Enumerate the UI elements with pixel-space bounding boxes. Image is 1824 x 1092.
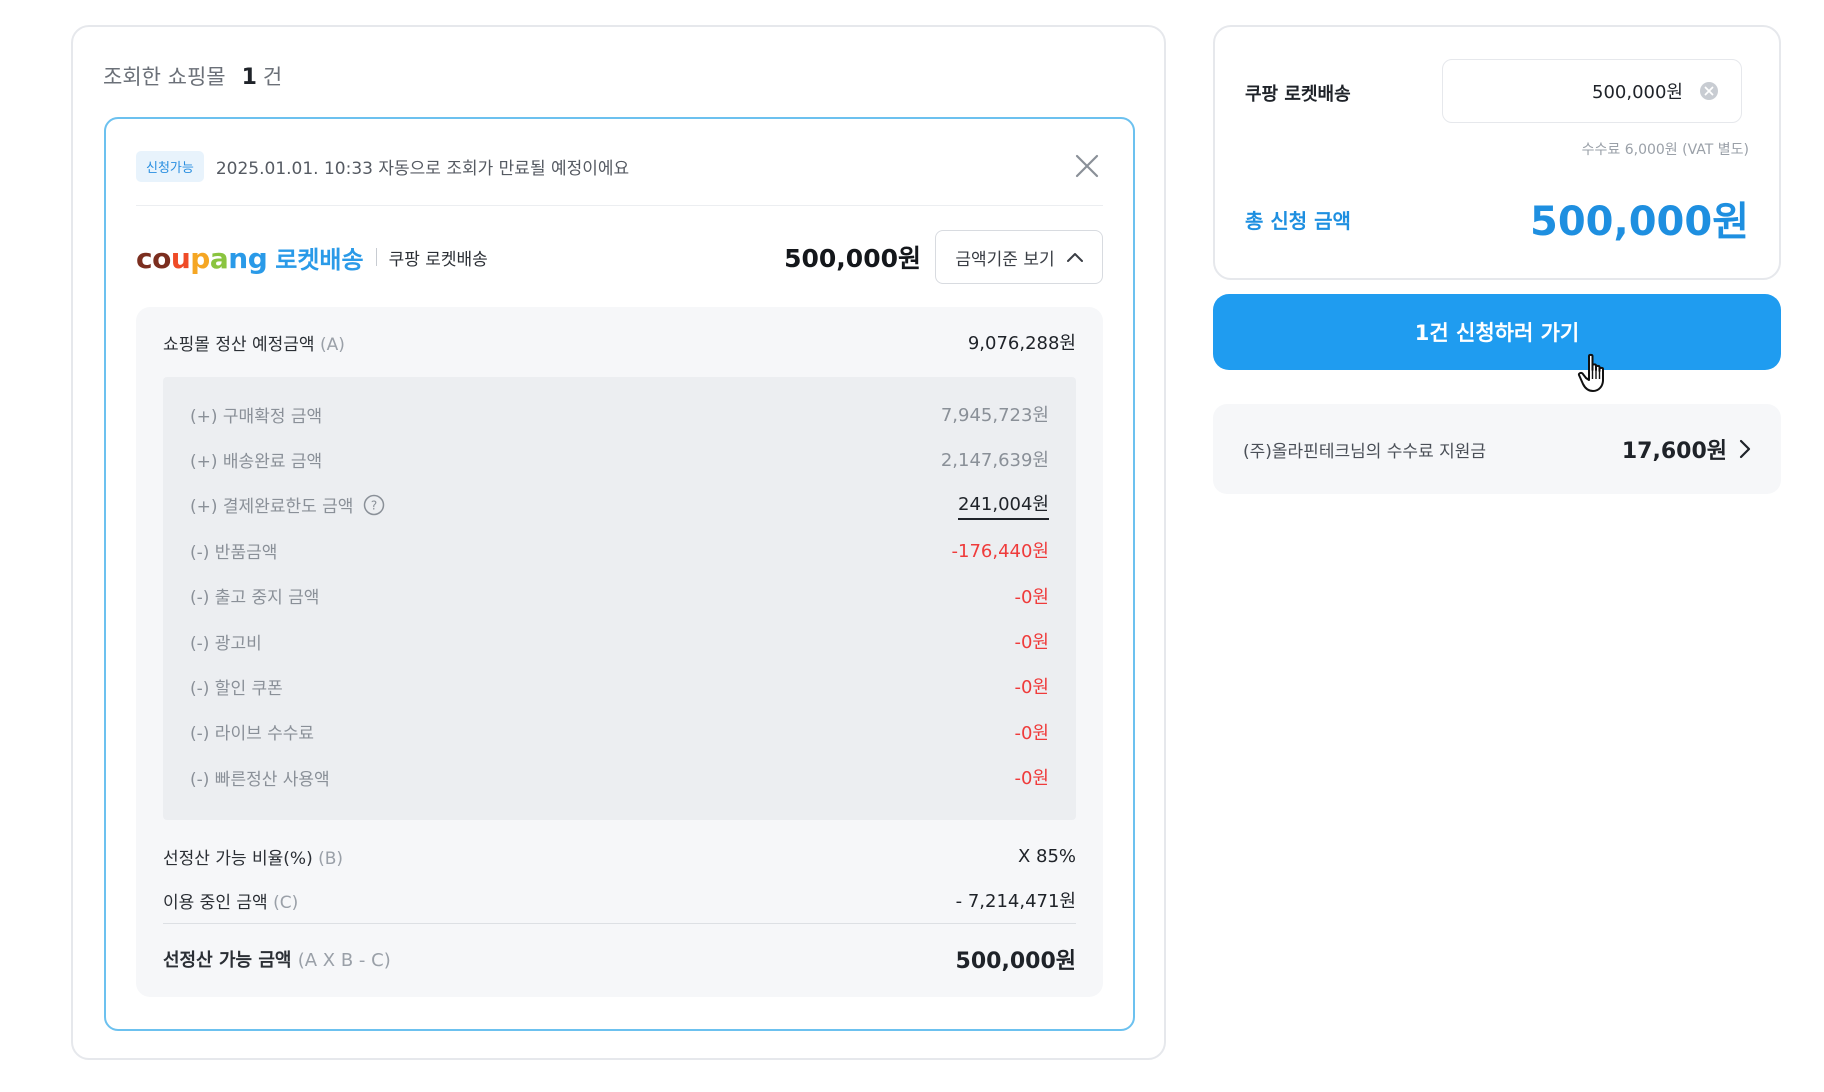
- breakdown-row: (+) 결제완료한도 금액? 241,004원: [190, 490, 1049, 520]
- breakdown-row: (-) 할인 쿠폰 -0원: [190, 672, 1049, 700]
- breakdown-row: (+) 배송완료 금액 2,147,639원: [190, 445, 1049, 473]
- breakdown-label: (-) 라이브 수수료: [190, 724, 315, 745]
- breakdown-label: (+) 결제완료한도 금액?: [190, 492, 385, 517]
- coupang-rocket-logo: coupang 로켓배송: [136, 240, 364, 275]
- mall-amount: 500,000원: [784, 244, 921, 273]
- hand-pointer-icon: [1577, 353, 1604, 392]
- close-button[interactable]: [1071, 150, 1103, 182]
- breakdown-label: (-) 할인 쿠폰: [190, 678, 283, 699]
- fee-support-value: 17,600원: [1621, 439, 1727, 464]
- settlement-row: 쇼핑몰 정산 예정금액 (A) 9,076,288원: [163, 329, 1076, 355]
- breakdown-row: (-) 광고비 -0원: [190, 627, 1049, 655]
- total-amount-value: 500,000원: [1530, 199, 1749, 245]
- apply-button[interactable]: 1건 신청하러 가기: [1213, 294, 1781, 370]
- breakdown-label: (+) 배송완료 금액: [190, 451, 323, 472]
- in-use-value: - 7,214,471원: [955, 891, 1076, 912]
- breakdown-row: (-) 출고 중지 금액 -0원: [190, 582, 1049, 610]
- breakdown-value: -176,440원: [951, 541, 1050, 563]
- logo-separator: [375, 248, 377, 266]
- expiry-notice: 신청가능 2025.01.01. 10:33 자동으로 조회가 만료될 예정이에…: [136, 150, 1103, 182]
- summary-mall-label: 쿠팡 로켓배송: [1245, 84, 1351, 105]
- mall-count-number: 1: [241, 65, 257, 90]
- total-divider: [163, 923, 1076, 924]
- breakdown-value: 7,945,723원: [940, 405, 1049, 426]
- help-icon[interactable]: ?: [363, 494, 385, 516]
- mall-summary-row: coupang 로켓배송 쿠팡 로켓배송 500,000원 금액기준 보기: [136, 229, 1103, 285]
- breakdown-value: 2,147,639원: [940, 450, 1049, 472]
- mall-name: 쿠팡 로켓배송: [388, 249, 488, 270]
- chevron-up-icon: [1066, 253, 1083, 262]
- fee-support-label: (주)올라핀테크님의 수수료 지원금: [1243, 441, 1487, 462]
- breakdown-label: (+) 구매확정 금액: [190, 406, 323, 427]
- mall-count-unit: 건: [262, 65, 283, 89]
- close-icon: [1075, 154, 1099, 178]
- in-use-label: 이용 중인 금액 (C): [163, 892, 299, 913]
- status-badge: 신청가능: [136, 150, 204, 182]
- expiry-notice-text: 2025.01.01. 10:33 자동으로 조회가 만료될 예정이에요: [215, 158, 630, 179]
- application-amount-input[interactable]: [1483, 80, 1683, 102]
- total-amount-label: 총 신청 금액: [1245, 209, 1351, 233]
- svg-text:?: ?: [371, 498, 377, 512]
- fee-support-row[interactable]: (주)올라핀테크님의 수수료 지원금 17,600원: [1213, 404, 1781, 494]
- application-summary: 쿠팡 로켓배송 수수료 6,000원 (VAT 별도) 총 신청 금액 500,…: [1213, 25, 1781, 280]
- ratio-row: 선정산 가능 비율(%) (B) X 85%: [163, 844, 1076, 869]
- breakdown-label: (-) 빠른정산 사용액: [190, 769, 330, 790]
- breakdown-row: (-) 반품금액 -176,440원: [190, 536, 1049, 564]
- card-divider: [136, 205, 1103, 206]
- breakdown-label: (-) 광고비: [190, 633, 262, 654]
- available-row: 선정산 가능 금액 (A X B - C) 500,000원: [163, 943, 1076, 975]
- ratio-label: 선정산 가능 비율(%) (B): [163, 849, 344, 869]
- coupang-logo-wordmark: coupang: [136, 241, 268, 275]
- settlement-breakdown: (+) 구매확정 금액 7,945,723원 (+) 배송완료 금액 2,147,63…: [163, 377, 1076, 820]
- clear-input-icon[interactable]: [1699, 81, 1719, 101]
- breakdown-label: (-) 반품금액: [190, 542, 278, 563]
- breakdown-label: (-) 출고 중지 금액: [190, 588, 320, 609]
- amount-basis-toggle-button[interactable]: 금액기준 보기: [935, 230, 1103, 284]
- breakdown-value: -0원: [1014, 677, 1049, 699]
- breakdown-value: -0원: [1014, 768, 1049, 790]
- breakdown-value: -0원: [1014, 632, 1049, 653]
- mall-count-header: 조회한 쇼핑몰 1 건: [103, 61, 282, 91]
- breakdown-value: -0원: [1014, 586, 1049, 608]
- rocket-delivery-logo-text: 로켓배송: [275, 245, 364, 274]
- in-use-row: 이용 중인 금액 (C) - 7,214,471원: [163, 887, 1076, 913]
- breakdown-row: (-) 라이브 수수료 -0원: [190, 718, 1049, 746]
- available-label: 선정산 가능 금액 (A X B - C): [163, 950, 391, 971]
- breakdown-value: -0원: [1014, 722, 1049, 744]
- breakdown-value-link[interactable]: 241,004원: [958, 490, 1049, 520]
- application-amount-field[interactable]: [1442, 59, 1742, 123]
- mall-list-panel: 조회한 쇼핑몰 1 건 신청가능 2025.01.01. 10:33 자동으로 …: [71, 25, 1166, 1060]
- amount-basis-toggle-label: 금액기준 보기: [955, 249, 1055, 270]
- amount-detail-box: 쇼핑몰 정산 예정금액 (A) 9,076,288원 (+) 구매확정 금액 7,…: [136, 307, 1103, 997]
- breakdown-row: (-) 빠른정산 사용액 -0원: [190, 763, 1049, 791]
- settlement-label: 쇼핑몰 정산 예정금액 (A): [163, 334, 345, 355]
- available-value: 500,000원: [955, 949, 1076, 974]
- mall-card: 신청가능 2025.01.01. 10:33 자동으로 조회가 만료될 예정이에…: [104, 117, 1135, 1031]
- ratio-value: X 85%: [1017, 846, 1076, 867]
- fee-note: 수수료 6,000원 (VAT 별도): [1581, 142, 1749, 158]
- chevron-right-icon: [1739, 439, 1751, 459]
- breakdown-row: (+) 구매확정 금액 7,945,723원: [190, 400, 1049, 428]
- settlement-value: 9,076,288원: [967, 333, 1076, 354]
- mall-count-label: 조회한 쇼핑몰: [103, 65, 226, 89]
